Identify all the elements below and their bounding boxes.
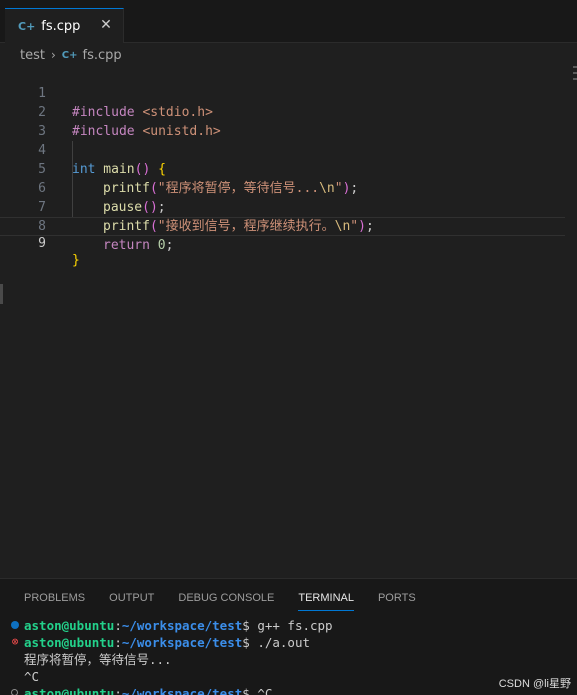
overview-ruler-mark [573,78,577,80]
code-line[interactable]: 6 pause(); [0,160,565,215]
code-line[interactable]: 7 printf("接收到信号，程序继续执行。\n"); [0,179,565,234]
code-line[interactable]: 3 [0,103,565,139]
terminal-line: aston@ubuntu:~/workspace/test$ g++ fs.cp… [24,618,333,633]
sash-marker [0,284,3,304]
panel-tabs: PROBLEMS OUTPUT DEBUG CONSOLE TERMINAL P… [24,591,440,611]
terminal-line: 程序将暂停，等待信号... [24,652,172,667]
command-success-icon[interactable] [11,621,19,629]
overview-ruler-mark [573,72,577,74]
tab-terminal[interactable]: TERMINAL [298,591,354,611]
tab-ports[interactable]: PORTS [378,591,416,611]
command-decoration-icon[interactable] [11,689,18,695]
chevron-right-icon: › [50,48,56,62]
breadcrumb-file[interactable]: fs.cpp [83,48,122,63]
code-line[interactable]: 8 return 0; [0,198,565,253]
breadcrumb: test › C+ fs.cpp [20,45,122,65]
tab-fs-cpp[interactable]: C+ fs.cpp ✕ [5,8,124,43]
tab-label: fs.cpp [41,18,81,34]
watermark: CSDN @li星野 [498,678,571,690]
line-number: 9 [38,236,46,251]
tab-debug-console[interactable]: DEBUG CONSOLE [178,591,274,611]
code-line[interactable]: 1 #include <stdio.h> [0,65,565,120]
terminal-line: ^C [24,669,40,684]
overview-ruler-mark [573,66,577,68]
code-line[interactable]: 4 int main() { [0,122,565,177]
editor-tab-bar: C+ fs.cpp ✕ [0,0,577,43]
terminal-line: aston@ubuntu:~/workspace/test$ ./a.out [24,635,310,650]
code-line-current[interactable]: 9 } [0,217,565,268]
code-line[interactable]: 2 #include <unistd.h> [0,84,565,139]
breadcrumb-folder[interactable]: test [20,48,45,63]
cpp-file-icon: C+ [61,49,78,61]
code-editor[interactable]: 1 #include <stdio.h> 2 #include <unistd.… [0,64,577,576]
code-line[interactable]: 5 printf("程序将暂停，等待信号...\n"); [0,141,565,196]
command-error-icon[interactable]: ⊗ [10,636,20,647]
cpp-file-icon: C+ [18,19,36,33]
close-icon[interactable]: ✕ [98,17,114,33]
bottom-panel: PROBLEMS OUTPUT DEBUG CONSOLE TERMINAL P… [0,578,577,695]
tab-problems[interactable]: PROBLEMS [24,591,85,611]
tab-output[interactable]: OUTPUT [109,591,154,611]
terminal-line: aston@ubuntu:~/workspace/test$ ^C [24,686,273,695]
